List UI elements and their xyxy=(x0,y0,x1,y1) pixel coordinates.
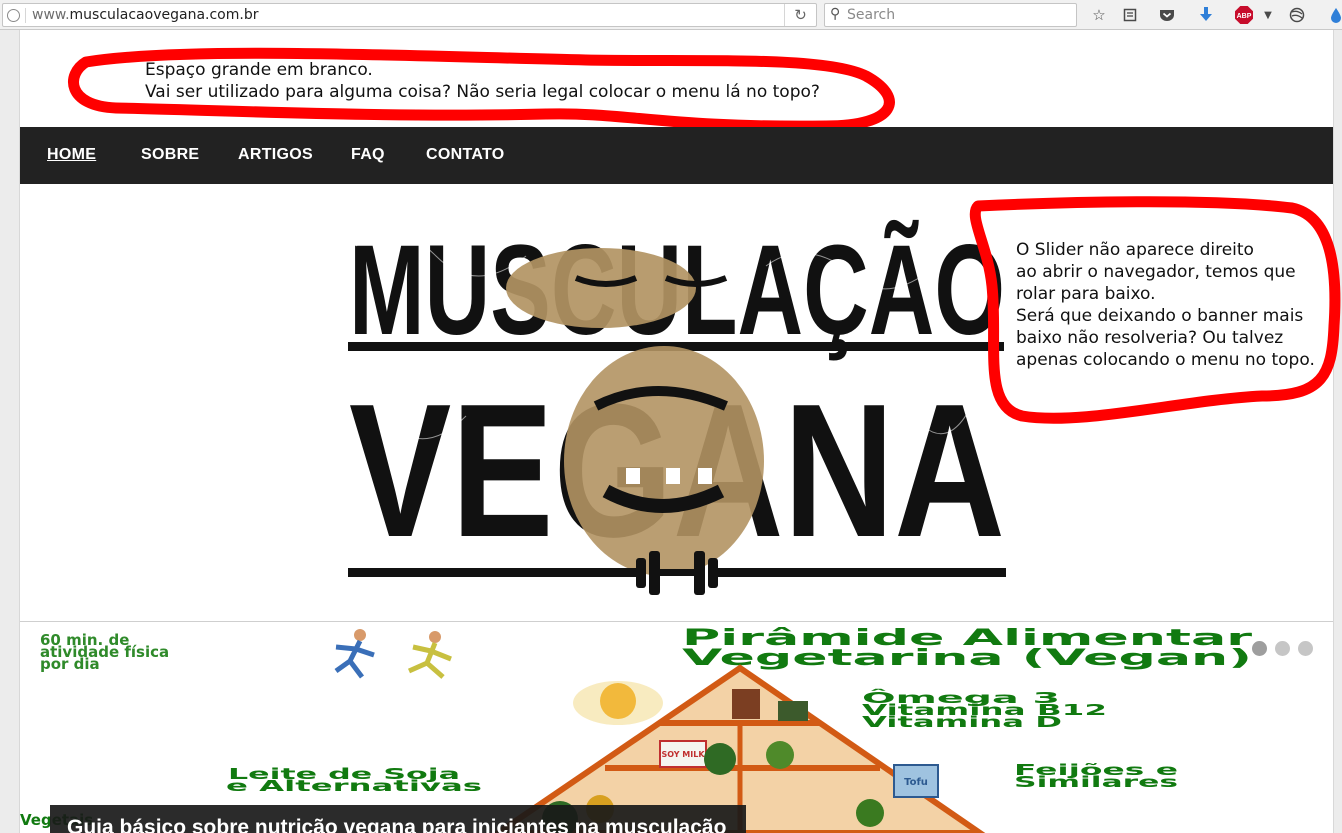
annotation-right-line: Será que deixando o banner mais xyxy=(1016,306,1304,326)
adblock-plus-icon[interactable]: ABP xyxy=(1234,5,1254,25)
search-bar[interactable]: ⚲ xyxy=(824,3,1077,27)
logo-rule-left xyxy=(348,568,638,577)
annotation-right-text: O Slider não aparece direito ao abrir o … xyxy=(1016,239,1315,371)
network-icon[interactable] xyxy=(1287,5,1307,25)
url-separator xyxy=(25,8,26,23)
globe-icon xyxy=(7,9,20,22)
tofu-label: Tofu xyxy=(904,777,928,788)
browser-toolbar: www.musculacaovegana.com.br ↻ ⚲ ☆ ABP ▼ xyxy=(0,0,1342,30)
nav-home[interactable]: HOME xyxy=(47,146,96,164)
annotation-right-line: ao abrir o navegador, temos que xyxy=(1016,262,1296,282)
bookmark-star-icon[interactable]: ☆ xyxy=(1089,5,1109,25)
slider-dot[interactable] xyxy=(1298,641,1313,656)
annotation-right-line: apenas colocando o menu no topo. xyxy=(1016,350,1315,370)
annotation-top-text: Espaço grande em branco. Vai ser utiliza… xyxy=(145,59,820,103)
slide-image-food-pyramid: 60 min. de atividade física por dia Pirâ… xyxy=(20,626,1252,833)
drop-icon[interactable] xyxy=(1326,5,1342,25)
beans-line: Similares xyxy=(1014,773,1178,791)
soy-milk-label: SOY MILK xyxy=(661,750,705,759)
search-icon: ⚲ xyxy=(830,6,841,22)
slide-caption-text[interactable]: Guia básico sobre nutrição vegana para i… xyxy=(67,816,726,833)
nav-faq[interactable]: FAQ xyxy=(351,146,385,164)
adblock-label: ABP xyxy=(1237,13,1252,20)
image-slider[interactable]: 60 min. de atividade física por dia Pirâ… xyxy=(20,623,1333,833)
url-bar[interactable]: www.musculacaovegana.com.br ↻ xyxy=(2,3,817,27)
nav-sobre[interactable]: SOBRE xyxy=(141,146,199,164)
main-nav: HOME SOBRE ARTIGOS FAQ CONTATO xyxy=(20,127,1333,184)
menu-dropdown-icon[interactable]: ▼ xyxy=(1258,5,1278,25)
pyramid-title: Vegetarina (Vegan) xyxy=(682,646,1252,671)
url-prefix: www. xyxy=(32,7,70,23)
pocket-icon[interactable] xyxy=(1157,5,1177,25)
download-icon[interactable] xyxy=(1196,5,1216,25)
url-text[interactable]: www.musculacaovegana.com.br xyxy=(32,7,258,23)
reload-icon[interactable]: ↻ xyxy=(784,4,816,26)
search-input[interactable] xyxy=(847,6,1067,24)
milk-line: e Alternativas xyxy=(226,777,482,795)
url-domain: musculacaovegana.com.br xyxy=(69,7,259,23)
left-gutter xyxy=(0,30,20,833)
activity-line: por dia xyxy=(40,655,100,673)
slider-dots xyxy=(1252,641,1313,656)
slider-dot[interactable] xyxy=(1252,641,1267,656)
annotation-top-line: Espaço grande em branco. xyxy=(145,60,373,80)
annotation-right-line: baixo não resolveria? Ou talvez xyxy=(1016,328,1284,348)
omega-line: Vitamina D xyxy=(862,713,1062,731)
site-logo[interactable]: MUSCULAÇÃO VEGANA xyxy=(346,206,1008,598)
runners-illustration xyxy=(334,629,452,679)
slider-dot[interactable] xyxy=(1275,641,1290,656)
reading-list-icon[interactable] xyxy=(1120,5,1140,25)
logo-rule-right xyxy=(716,568,1006,577)
sun-illustration xyxy=(573,681,663,725)
banner-divider xyxy=(20,621,1333,622)
annotation-top-line: Vai ser utilizado para alguma coisa? Não… xyxy=(145,82,820,102)
annotation-right-line: rolar para baixo. xyxy=(1016,284,1156,304)
slide-caption[interactable]: Guia básico sobre nutrição vegana para i… xyxy=(50,805,746,833)
annotation-right-line: O Slider não aparece direito xyxy=(1016,240,1254,260)
nav-contato[interactable]: CONTATO xyxy=(426,146,505,164)
nav-artigos[interactable]: ARTIGOS xyxy=(238,146,313,164)
